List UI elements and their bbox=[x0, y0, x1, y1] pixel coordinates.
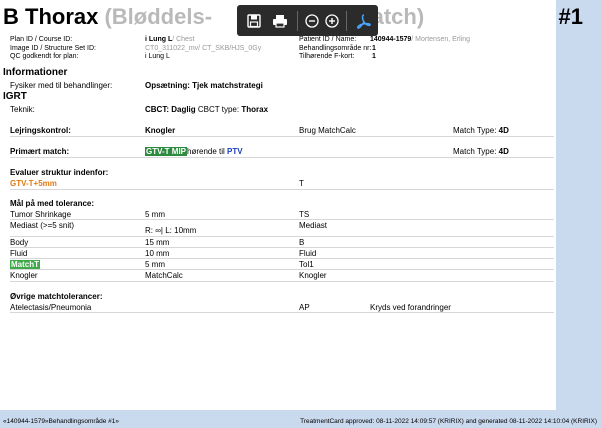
tol-value-mediast: R: ∞| L: 10mm bbox=[145, 226, 197, 235]
tol-name-fluid: Fluid bbox=[10, 249, 28, 258]
divider bbox=[10, 136, 554, 137]
other-ref: AP bbox=[299, 303, 310, 312]
primaer-value-row: GTV-T MIPhørende til PTV bbox=[145, 147, 243, 156]
igrt-heading: IGRT bbox=[3, 91, 27, 102]
other-heading: Øvrige matchtolerancer: bbox=[10, 292, 103, 301]
qc-label: QC godkendt for plan: bbox=[10, 53, 79, 61]
patient-label: Patient ID / Name: bbox=[299, 36, 357, 43]
primaer-label: Primært match: bbox=[10, 147, 70, 156]
meta-values-right: 140944-1579/ Mortensen, Erling 1 1 bbox=[370, 36, 470, 62]
image-value: CT0_311022_mv/ CT_SKB/HJS_0Gy bbox=[145, 44, 262, 52]
lejring-type: Match Type: 4D bbox=[453, 126, 509, 135]
patient-name: / Mortensen, Erling bbox=[411, 36, 471, 43]
toolbar-separator bbox=[346, 10, 347, 31]
fysiker-value: Opsætning: Tjek matchstrategi bbox=[145, 81, 263, 90]
tol-ref-matcht: Tol1 bbox=[299, 260, 314, 269]
primaer-type-label: Match Type: bbox=[453, 147, 497, 156]
primaer-ptv: PTV bbox=[227, 147, 243, 156]
lejring-label: Lejringskontrol: bbox=[10, 126, 71, 135]
tol-value-tumor: 5 mm bbox=[145, 210, 165, 219]
teknik-label: Teknik: bbox=[10, 105, 35, 114]
teknik-value: CBCT: Daglig bbox=[145, 105, 196, 114]
tol-value-knogler: MatchCalc bbox=[145, 271, 183, 280]
evaluer-structure: GTV-T+5mm bbox=[10, 179, 57, 188]
tol-name-knogler: Knogler bbox=[10, 271, 38, 280]
divider bbox=[10, 258, 554, 259]
save-icon[interactable] bbox=[241, 8, 267, 34]
meta-values-left: i Lung L/ Chest CT0_311022_mv/ CT_SKB/HJ… bbox=[145, 36, 261, 62]
fcard-label: Tilhørende F-kort: bbox=[299, 53, 355, 61]
cbct-type-value: Thorax bbox=[241, 105, 269, 114]
lejring-value: Knogler bbox=[145, 126, 176, 135]
divider bbox=[10, 236, 554, 237]
fysiker-label: Fysiker med til behandlinger: bbox=[10, 81, 113, 90]
pdf-toolbar bbox=[237, 5, 378, 36]
area-value: 1 bbox=[371, 44, 376, 52]
tol-name-tumor: Tumor Shrinkage bbox=[10, 210, 72, 219]
lejring-type-label: Match Type: bbox=[453, 126, 497, 135]
zoom-out-icon[interactable] bbox=[302, 8, 322, 34]
lejring-calc: Brug MatchCalc bbox=[299, 126, 356, 135]
divider bbox=[10, 157, 554, 158]
teknik-value-row: CBCT: Daglig CBCT type: Thorax bbox=[145, 105, 268, 114]
evaluer-heading: Evaluer struktur indenfor: bbox=[10, 168, 109, 177]
primaer-mid: hørende til bbox=[187, 147, 225, 156]
image-label: Image ID / Structure Set ID: bbox=[10, 44, 96, 52]
tol-ref-mediast: Mediast bbox=[299, 221, 328, 230]
cbct-type-label: CBCT type: bbox=[197, 105, 240, 114]
patient-id: 140944-1579 bbox=[370, 36, 412, 43]
toolbar-separator bbox=[297, 10, 298, 31]
tol-name-matcht-row: MatchT bbox=[10, 260, 40, 269]
other-name: Atelectasis/Pneumonia bbox=[10, 303, 92, 312]
evaluer-value: T bbox=[299, 179, 304, 188]
pdf-icon[interactable] bbox=[351, 8, 377, 34]
primaer-structure: GTV-T MIP bbox=[145, 147, 187, 156]
meta-labels-left: Plan ID / Course ID: Image ID / Structur… bbox=[10, 36, 96, 62]
divider bbox=[10, 281, 554, 282]
divider bbox=[10, 247, 554, 248]
divider bbox=[10, 269, 554, 270]
tol-value-body: 15 mm bbox=[145, 238, 170, 247]
tol-value-fluid: 10 mm bbox=[145, 249, 170, 258]
tol-ref-knogler: Knogler bbox=[299, 271, 327, 280]
primaer-type-value: 4D bbox=[498, 147, 509, 156]
fcard-value: 1 bbox=[371, 53, 376, 61]
title-ghost-left: (Bløddels- bbox=[98, 4, 213, 29]
other-note: Kryds ved forandringer bbox=[370, 303, 451, 312]
divider bbox=[10, 219, 554, 220]
zoom-in-icon[interactable] bbox=[322, 8, 342, 34]
plan-sub: / Chest bbox=[172, 36, 195, 43]
tol-ref-fluid: Fluid bbox=[299, 249, 317, 258]
area-number: #1 bbox=[558, 4, 583, 29]
tol-ref-tumor: TS bbox=[299, 210, 310, 219]
tolerance-heading: Mål på med tolerance: bbox=[10, 199, 95, 208]
print-icon[interactable] bbox=[267, 8, 293, 34]
info-heading: Informationer bbox=[3, 67, 68, 78]
plan-value: i Lung L bbox=[145, 36, 173, 43]
tol-name-matcht: MatchT bbox=[10, 260, 40, 269]
area-label: Behandlingsområde nr: bbox=[299, 44, 372, 52]
footer-left: «140944-1579»Behandlingsområde #1» bbox=[3, 418, 120, 425]
divider bbox=[10, 189, 554, 190]
meta-labels-right: Patient ID / Name: Behandlingsområde nr:… bbox=[299, 36, 371, 62]
treatment-card-page: B Thorax (Bløddels-match) Plan ID / Cour… bbox=[0, 0, 556, 410]
tol-ref-body: B bbox=[299, 238, 305, 247]
lejring-type-value: 4D bbox=[498, 126, 509, 135]
tol-value-matcht: 5 mm bbox=[145, 260, 165, 269]
primaer-type: Match Type: 4D bbox=[453, 147, 509, 156]
tol-name-mediast: Mediast (>=5 snit) bbox=[10, 221, 75, 230]
footer-right: TreatmentCard approved: 08-11-2022 14:09… bbox=[300, 418, 597, 425]
divider bbox=[10, 312, 554, 313]
footer: «140944-1579»Behandlingsområde #1» Treat… bbox=[0, 414, 601, 428]
title-main: B Thorax bbox=[3, 4, 99, 29]
qc-value: i Lung L bbox=[145, 53, 170, 61]
tol-name-body: Body bbox=[10, 238, 29, 247]
plan-label: Plan ID / Course ID: bbox=[10, 36, 73, 43]
